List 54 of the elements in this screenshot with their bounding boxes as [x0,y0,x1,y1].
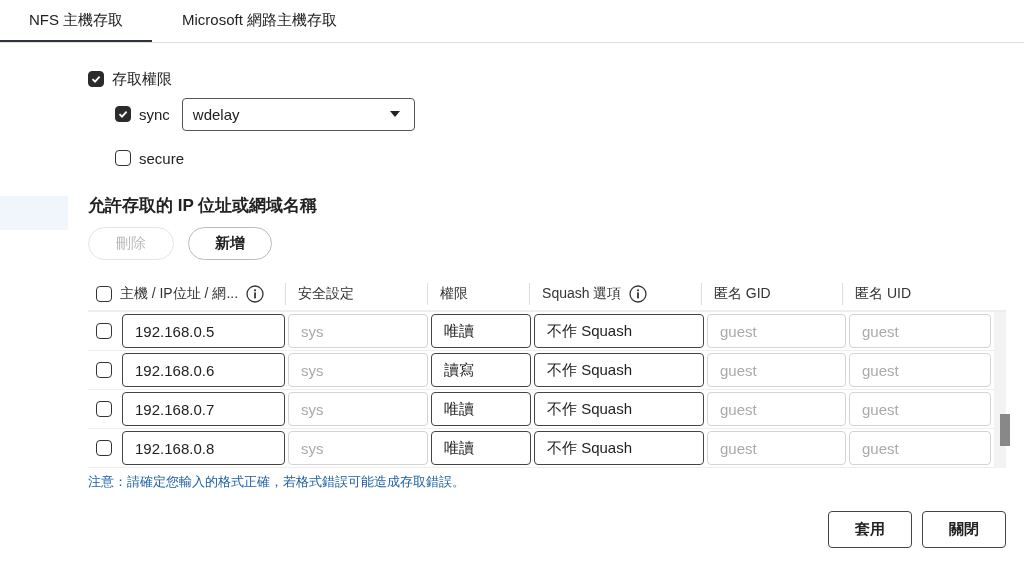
permission-dropdown[interactable]: 唯讀 [431,314,531,348]
column-header: Squash 選項 [542,284,622,303]
squash-dropdown[interactable]: 不作 Squash [534,392,704,426]
checkbox-label: sync [139,105,170,123]
uid-input[interactable]: guest [849,314,991,348]
info-icon[interactable] [246,284,265,303]
checkmark-icon [90,73,102,85]
checkbox[interactable] [96,323,112,339]
checked-checkbox[interactable] [88,71,104,87]
dropdown[interactable]: wdelay [181,97,415,131]
column-header: 匿名 UID [855,284,912,303]
add-button[interactable]: 新增 [188,227,272,260]
checkbox[interactable] [96,440,112,456]
squash-dropdown[interactable]: 不作 Squash [534,431,704,465]
gid-input[interactable]: guest [707,431,846,465]
checkmark-icon [117,108,129,120]
permission-dropdown[interactable]: 讀寫 [431,353,531,387]
column-header: 匿名 GID [713,284,771,303]
column-header: 主機 / IP位址 / 網... [119,284,239,303]
gid-input[interactable]: guest [707,314,846,348]
security-input[interactable]: sys [288,314,428,348]
info-icon[interactable] [629,284,648,303]
permission-dropdown[interactable]: 唯讀 [431,431,531,465]
column-header: 權限 [439,284,468,303]
security-input[interactable]: sys [288,392,428,426]
checkbox[interactable] [115,150,131,166]
host-input[interactable]: 192.168.0.8 [122,431,285,465]
host-input[interactable]: 192.168.0.7 [122,392,285,426]
uid-input[interactable]: guest [849,353,991,387]
tab[interactable]: NFS 主機存取 [0,0,152,42]
security-input[interactable]: sys [288,353,428,387]
uid-input[interactable]: guest [849,431,991,465]
checkbox[interactable] [96,362,112,378]
dropdown-caret-icon [389,111,400,117]
security-input[interactable]: sys [288,431,428,465]
gid-input[interactable]: guest [707,392,846,426]
section-title: 允許存取的 IP 位址或網域名稱 [88,195,319,217]
column-header: 安全設定 [297,284,354,303]
squash-dropdown[interactable]: 不作 Squash [534,314,704,348]
gid-input[interactable]: guest [707,353,846,387]
squash-dropdown[interactable]: 不作 Squash [534,353,704,387]
checked-checkbox[interactable] [115,106,131,122]
tab[interactable]: Microsoft 網路主機存取 [152,0,359,42]
host-input[interactable]: 192.168.0.5 [122,314,285,348]
dialog-button[interactable]: 關閉 [922,511,1006,548]
checkbox-label: 存取權限 [112,69,172,89]
checkbox[interactable] [96,401,112,417]
checkbox[interactable] [96,285,112,302]
note-text: 注意：請確定您輸入的格式正確，若格式錯誤可能造成存取錯誤。 [88,474,466,491]
uid-input[interactable]: guest [849,392,991,426]
host-input[interactable]: 192.168.0.6 [122,353,285,387]
permission-dropdown[interactable]: 唯讀 [431,392,531,426]
dialog-button[interactable]: 套用 [828,511,912,548]
checkbox-label: secure [139,149,185,167]
